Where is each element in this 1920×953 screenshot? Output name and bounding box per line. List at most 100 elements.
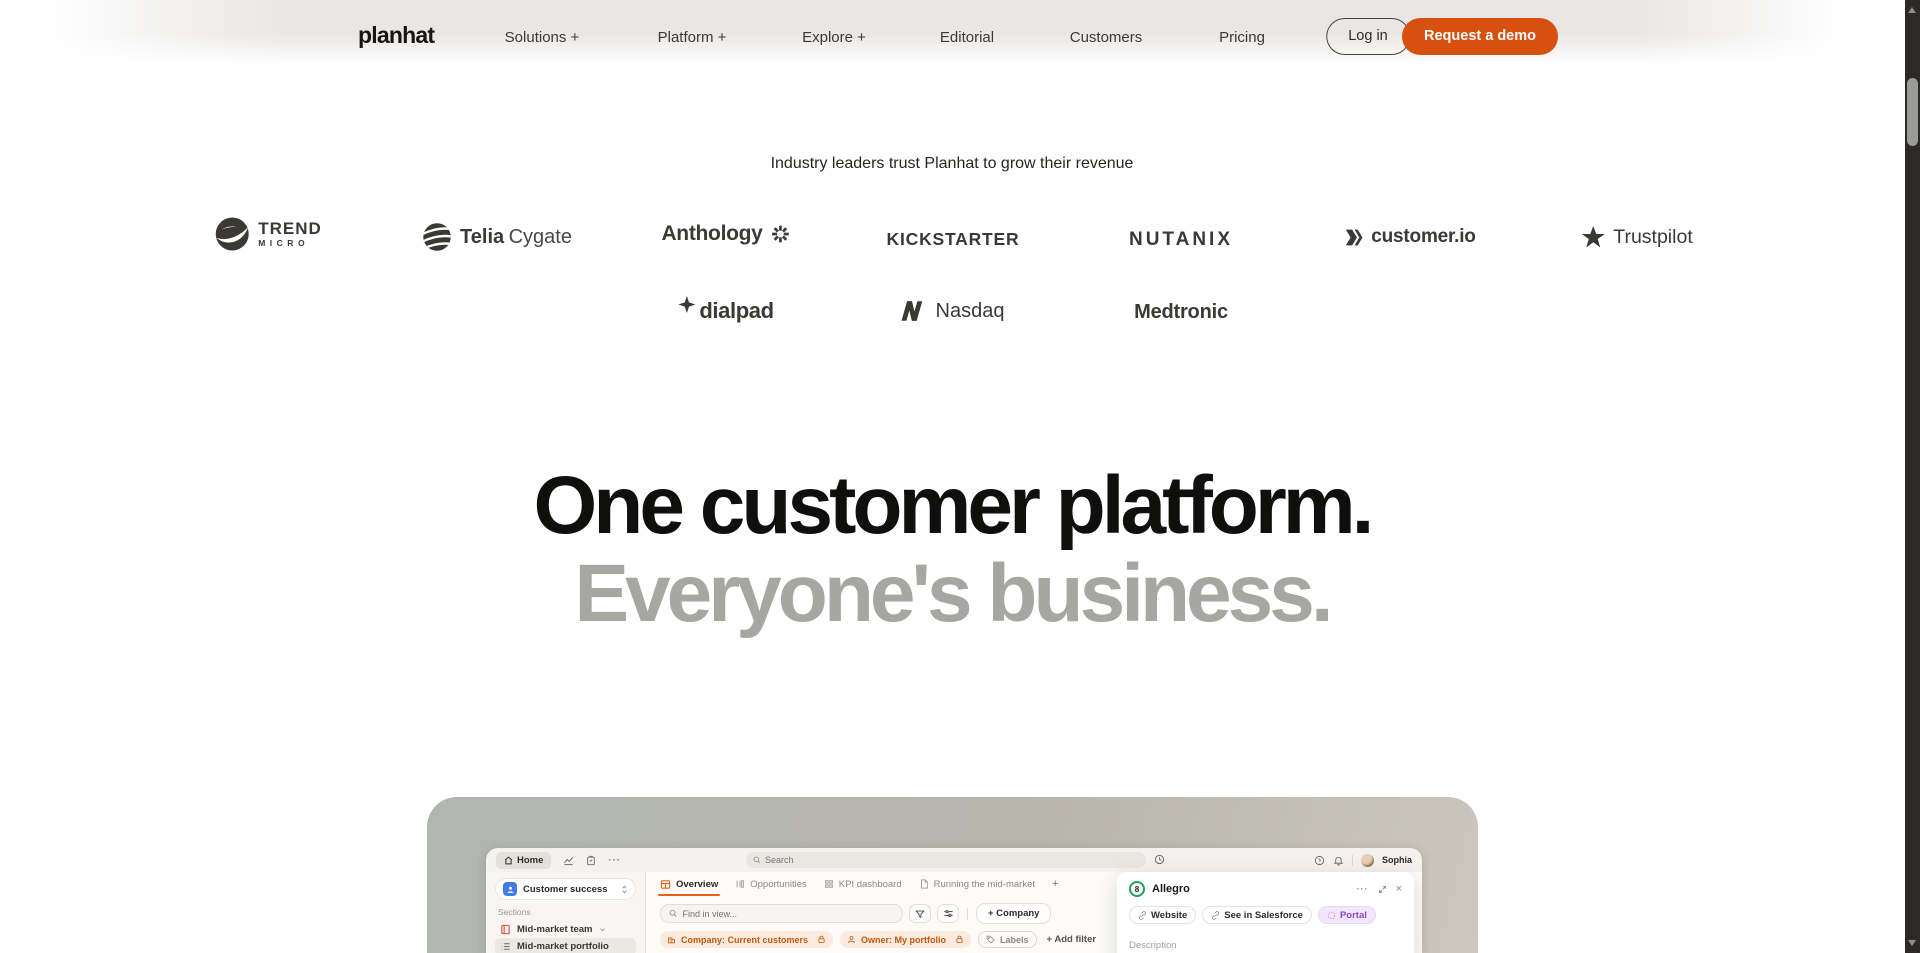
link-icon [1139, 910, 1146, 920]
global-search-input[interactable] [765, 855, 1113, 865]
nav-item-editorial[interactable]: Editorial [940, 29, 994, 46]
nasdaq-n-icon [901, 301, 923, 321]
search-icon [669, 909, 677, 918]
nav-item-solutions[interactable]: Solutions + [505, 29, 580, 46]
panel-overflow-button[interactable]: ··· [1357, 884, 1369, 894]
lock-icon [955, 935, 964, 944]
portal-button[interactable]: Portal [1317, 906, 1376, 924]
sliders-icon [943, 910, 953, 917]
trustpilot-star-icon [1581, 226, 1605, 248]
sidebar-item-mid-market-team[interactable]: Mid-market team [495, 921, 636, 938]
sections-label: Sections [498, 907, 531, 917]
clock-icon [1154, 854, 1165, 865]
sidebar-item-label: Mid-market team [517, 924, 593, 935]
line-chart-icon [564, 856, 574, 865]
filter-pill-company[interactable]: Company: Current customers [660, 931, 834, 948]
trustpilot-wordmark: Trustpilot [1613, 225, 1693, 248]
person-icon [507, 886, 513, 893]
tab-kpi-dashboard[interactable]: KPI dashboard [824, 879, 902, 896]
nav-item-pricing[interactable]: Pricing [1219, 29, 1265, 46]
description-label: Description [1129, 940, 1177, 951]
link-icon [1212, 910, 1220, 920]
list-icon [501, 943, 510, 950]
request-demo-button[interactable]: Request a demo [1402, 18, 1558, 55]
global-search-bar[interactable] [746, 852, 1146, 868]
more-menu-button[interactable]: ··· [608, 855, 621, 866]
page-scrollbar[interactable] [1905, 0, 1920, 953]
tab-opportunities[interactable]: Opportunities [735, 879, 807, 896]
customerio-chevrons-icon [1345, 229, 1363, 245]
add-company-button[interactable]: + Company [976, 903, 1052, 924]
chevron-down-icon [599, 928, 605, 932]
company-detail-panel: 8 Allegro ··· × Website See in Salesforc… [1117, 872, 1414, 953]
toolbar-divider [967, 907, 968, 920]
trust-heading: Industry leaders trust Planhat to grow t… [770, 155, 1134, 172]
app-top-bar: Home ··· Search Sophia [486, 848, 1422, 872]
sort-chevrons-icon [622, 885, 627, 893]
dotted-circle-icon [1327, 911, 1336, 919]
planhat-landing-page: planhat Solutions + Platform + Explore +… [0, 0, 1920, 953]
see-in-salesforce-button[interactable]: See in Salesforce [1202, 906, 1312, 924]
logo-trend-micro: TREND MICRO [214, 216, 322, 252]
nav-item-platform[interactable]: Platform + [658, 29, 727, 46]
table-icon [660, 879, 671, 889]
expand-icon[interactable] [1378, 885, 1387, 894]
tasks-view-button[interactable] [586, 855, 596, 866]
nasdaq-wordmark: Nasdaq [935, 299, 1005, 322]
planhat-app-window: Home ··· Search Sophia Customer success … [486, 848, 1422, 953]
workspace-avatar [503, 882, 517, 896]
logo-telia-cygate: Telia Cygate [422, 222, 572, 252]
lock-icon [817, 935, 826, 944]
home-tab[interactable]: Home [496, 851, 552, 869]
action-label: Portal [1339, 909, 1367, 921]
website-button[interactable]: Website [1129, 906, 1197, 924]
tab-running-mid-market[interactable]: Running the mid-market [919, 879, 1035, 896]
find-in-view-input[interactable] [682, 908, 894, 919]
nav-item-explore[interactable]: Explore + [802, 29, 866, 46]
recent-history-button[interactable] [1154, 854, 1165, 868]
user-name: Sophia [1381, 855, 1412, 865]
customerio-wordmark: customer.io [1371, 226, 1476, 247]
add-view-button[interactable]: + [1052, 878, 1058, 896]
scrollbar-thumb[interactable] [1907, 78, 1918, 146]
filter-label: Company: Current customers [681, 934, 809, 945]
app-sidebar: Customer success Sections Mid-market tea… [486, 872, 646, 953]
add-filter-button[interactable]: + Add filter [1047, 934, 1097, 945]
trend-micro-globe-icon [215, 217, 249, 251]
action-label: See in Salesforce [1224, 909, 1303, 921]
search-icon [753, 856, 761, 864]
tab-label: Overview [676, 878, 719, 890]
workspace-switcher[interactable]: Customer success [495, 878, 636, 900]
hero-line-1: One customer platform. [533, 460, 1375, 551]
tab-overview[interactable]: Overview [657, 878, 721, 896]
home-tab-label: Home [517, 854, 544, 866]
settings-button[interactable] [937, 904, 959, 923]
sidebar-item-mid-market-portfolio[interactable]: Mid-market portfolio [495, 938, 636, 953]
planhat-logo[interactable]: planhat [358, 22, 435, 49]
logo-nutanix: NUTANIX [1129, 229, 1233, 251]
trend-micro-wordmark: TREND MICRO [258, 219, 322, 249]
filter-pill-owner[interactable]: Owner: My portfolio [840, 931, 972, 948]
tab-label: Opportunities [750, 878, 807, 890]
clipboard-icon [587, 855, 596, 865]
filter-label: Labels [1000, 934, 1029, 945]
filter-button[interactable] [909, 904, 931, 923]
filter-pill-labels[interactable]: Labels [978, 931, 1037, 948]
close-icon[interactable]: × [1396, 883, 1402, 895]
chart-view-button[interactable] [563, 855, 574, 866]
scrollbar-down-arrow[interactable] [1908, 940, 1916, 946]
login-button[interactable]: Log in [1326, 18, 1410, 55]
logo-trustpilot: Trustpilot [1581, 225, 1693, 249]
kickstarter-wordmark: KICKSTARTER [886, 229, 1020, 249]
person-icon [848, 936, 855, 944]
building-icon [668, 937, 675, 944]
notifications-bell-icon[interactable] [1333, 855, 1344, 866]
medtronic-wordmark: Medtronic [1134, 301, 1228, 323]
scrollbar-up-arrow[interactable] [1908, 7, 1916, 13]
document-icon [920, 879, 928, 889]
nav-item-customers[interactable]: Customers [1070, 29, 1143, 46]
help-icon[interactable] [1314, 855, 1325, 866]
telia-cygate-wordmark: Telia Cygate [460, 225, 572, 248]
find-in-view-box[interactable] [660, 904, 903, 923]
user-avatar[interactable] [1360, 853, 1374, 867]
